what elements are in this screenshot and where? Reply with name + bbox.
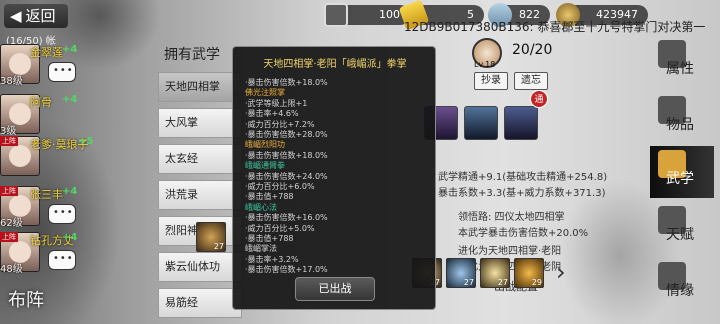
member-bonus: +4	[62, 232, 78, 243]
deployed-button[interactable]: 已出战	[295, 277, 375, 301]
member-name: 金翠莲	[30, 46, 63, 59]
action-slot[interactable]: 29	[514, 258, 544, 288]
party-panel: (16/50) 帐 金翠莲 +4 38级 阿骨 +4 3级 上阵 老爹·莫琅子 …	[0, 32, 93, 292]
deployed-tag: 上阵	[0, 186, 18, 196]
tab-label: 属性	[666, 61, 694, 77]
resource-scroll[interactable]: 100	[324, 3, 410, 27]
member-name: 张三丰	[30, 188, 63, 201]
tooltip-stat: ·暴击伤害倍数+18.0%	[245, 150, 328, 160]
skill-icon[interactable]	[464, 106, 498, 140]
skill-icon[interactable]	[504, 106, 538, 140]
back-arrow-icon: ◀	[10, 7, 22, 25]
tab-talent[interactable]: 天赋	[650, 202, 714, 254]
scroll-icon	[324, 3, 348, 27]
tab-label: 物品	[666, 117, 694, 133]
tab-relationship[interactable]: 情缘	[650, 258, 714, 310]
resource-value: 100	[379, 8, 400, 21]
action-slot[interactable]: 27	[446, 258, 476, 288]
tooltip-heading: 峨嵋通臂拳	[245, 161, 285, 171]
seal-button[interactable]: 通	[530, 90, 548, 108]
scrolling-announcement: 12DB9B017380B136: 恭喜郡至十九号特掌门对决第一	[404, 20, 706, 34]
tooltip-heading: 峨嵋心法	[245, 202, 277, 212]
tooltip-heading: 佛光注照掌	[245, 88, 285, 98]
skill-item[interactable]: 洪荒录	[158, 180, 242, 210]
skill-item[interactable]: 天地四相掌	[158, 72, 242, 102]
member-level: 38级	[0, 76, 23, 87]
formation-button[interactable]: 布阵	[8, 286, 68, 320]
member-level: 62级	[0, 218, 23, 229]
tooltip-stat: ·威力百分比+6.0%	[245, 182, 315, 191]
deployed-tag: 上阵	[0, 136, 18, 146]
side-menu: 属性 物品 武学 天赋 情缘	[644, 36, 720, 324]
action-slot[interactable]: 27	[196, 222, 226, 252]
skill-capacity: 20/20	[512, 42, 553, 58]
back-button[interactable]: ◀ 返回	[4, 4, 68, 28]
tooltip-stat: ·暴击伤害倍数+24.0%	[245, 171, 328, 181]
deployed-tag: 上阵	[0, 232, 18, 242]
tab-label: 武学	[666, 171, 694, 187]
tooltip-stat: ·威力百分比+5.0%	[245, 223, 315, 233]
detail-line: 暴击系数+3.3(基+威力系数+371.3)	[438, 188, 606, 199]
tooltip-stat: ·暴击伤害倍数+18.0%	[245, 78, 328, 87]
member-name: 阿骨	[30, 96, 52, 109]
party-member[interactable]: 金翠莲 +4 38级	[0, 40, 88, 88]
slot-count: 27	[463, 278, 474, 287]
chevron-right-icon[interactable]: ›	[556, 258, 566, 286]
tooltip-title: 天地四相掌·老阳「峨嵋派」拳掌	[263, 59, 407, 70]
tab-martial-arts[interactable]: 武学	[650, 146, 714, 198]
party-member[interactable]: 上阵 老爹·莫琅子 +5	[0, 132, 93, 180]
member-bonus: +5	[78, 136, 94, 147]
chat-bubble-icon[interactable]	[48, 204, 76, 224]
detail-line: 进化为天地四相掌·老阳	[458, 246, 562, 257]
tab-label: 天赋	[666, 227, 694, 243]
copy-button[interactable]: 抄录	[474, 72, 508, 90]
member-bonus: +4	[62, 186, 78, 197]
tooltip-stat: ·暴击伤害倍数+28.0%	[245, 130, 328, 139]
panel-title: 拥有武学	[164, 47, 220, 63]
detail-line: 本武学暴击伤害倍数+20.0%	[458, 228, 589, 239]
tooltip-stat: ·暴击率+3.2%	[245, 254, 299, 264]
member-level: 48级	[0, 264, 23, 275]
detail-line: 领悟路: 四仪太地四相掌	[458, 212, 565, 223]
tooltip-stat: ·暴击伤害倍数+16.0%	[245, 213, 328, 223]
tooltip-stat: ·武学等级上限+1	[245, 98, 308, 108]
skill-item[interactable]: 太玄经	[158, 144, 242, 174]
tab-label: 情缘	[666, 283, 694, 299]
chat-bubble-icon[interactable]	[48, 62, 76, 82]
tooltip-stat: ·威力百分比+7.2%	[245, 119, 315, 129]
tab-attributes[interactable]: 属性	[650, 36, 714, 88]
slot-count: 27	[497, 278, 508, 287]
member-bonus: +4	[62, 44, 78, 55]
skill-list: 天地四相掌 大风掌 太玄经 洪荒录 烈阳神功 紫云仙体功 易筋经	[158, 72, 242, 322]
party-member[interactable]: 上阵 钻孔方丈 +4 48级	[0, 228, 88, 276]
party-member[interactable]: 上阵 张三丰 +4 62级	[0, 182, 88, 230]
skill-item[interactable]: 紫云仙体功	[158, 252, 242, 282]
back-label: 返回	[25, 7, 56, 25]
member-bonus: +4	[62, 94, 78, 105]
tooltip-stat: ·暴击值+788	[245, 234, 294, 243]
slot-count: 29	[531, 278, 542, 287]
skill-tooltip: 天地四相掌·老阳「峨嵋派」拳掌 ·暴击伤害倍数+18.0% 佛光注照掌 ·武学等级上…	[232, 46, 436, 310]
tab-items[interactable]: 物品	[650, 92, 714, 144]
skill-item[interactable]: 大风掌	[158, 108, 242, 138]
tooltip-stat: ·暴击值+788	[245, 192, 294, 202]
tooltip-stat: ·暴击伤害倍数+17.0%	[245, 265, 328, 275]
slot-count: 27	[213, 242, 224, 251]
detail-line: 武学精通+9.1(基础攻击精通+254.8)	[438, 172, 608, 183]
skill-item[interactable]: 易筋经	[158, 288, 242, 318]
npc-level: Lv.18	[474, 60, 496, 69]
tooltip-stat: 峨嵋掌法	[245, 244, 277, 254]
tooltip-heading: 峨嵋烈阳功	[245, 140, 285, 150]
tooltip-stat: ·暴击率+4.6%	[245, 109, 299, 119]
party-member[interactable]: 阿骨 +4 3级	[0, 90, 88, 138]
game-screen: ◀ 返回 100 5 822 423947 12DB9B017380B136: 恭…	[0, 0, 720, 324]
chat-bubble-icon[interactable]	[48, 250, 76, 270]
action-slot[interactable]: 27	[480, 258, 510, 288]
forget-button[interactable]: 遗忘	[514, 72, 548, 90]
